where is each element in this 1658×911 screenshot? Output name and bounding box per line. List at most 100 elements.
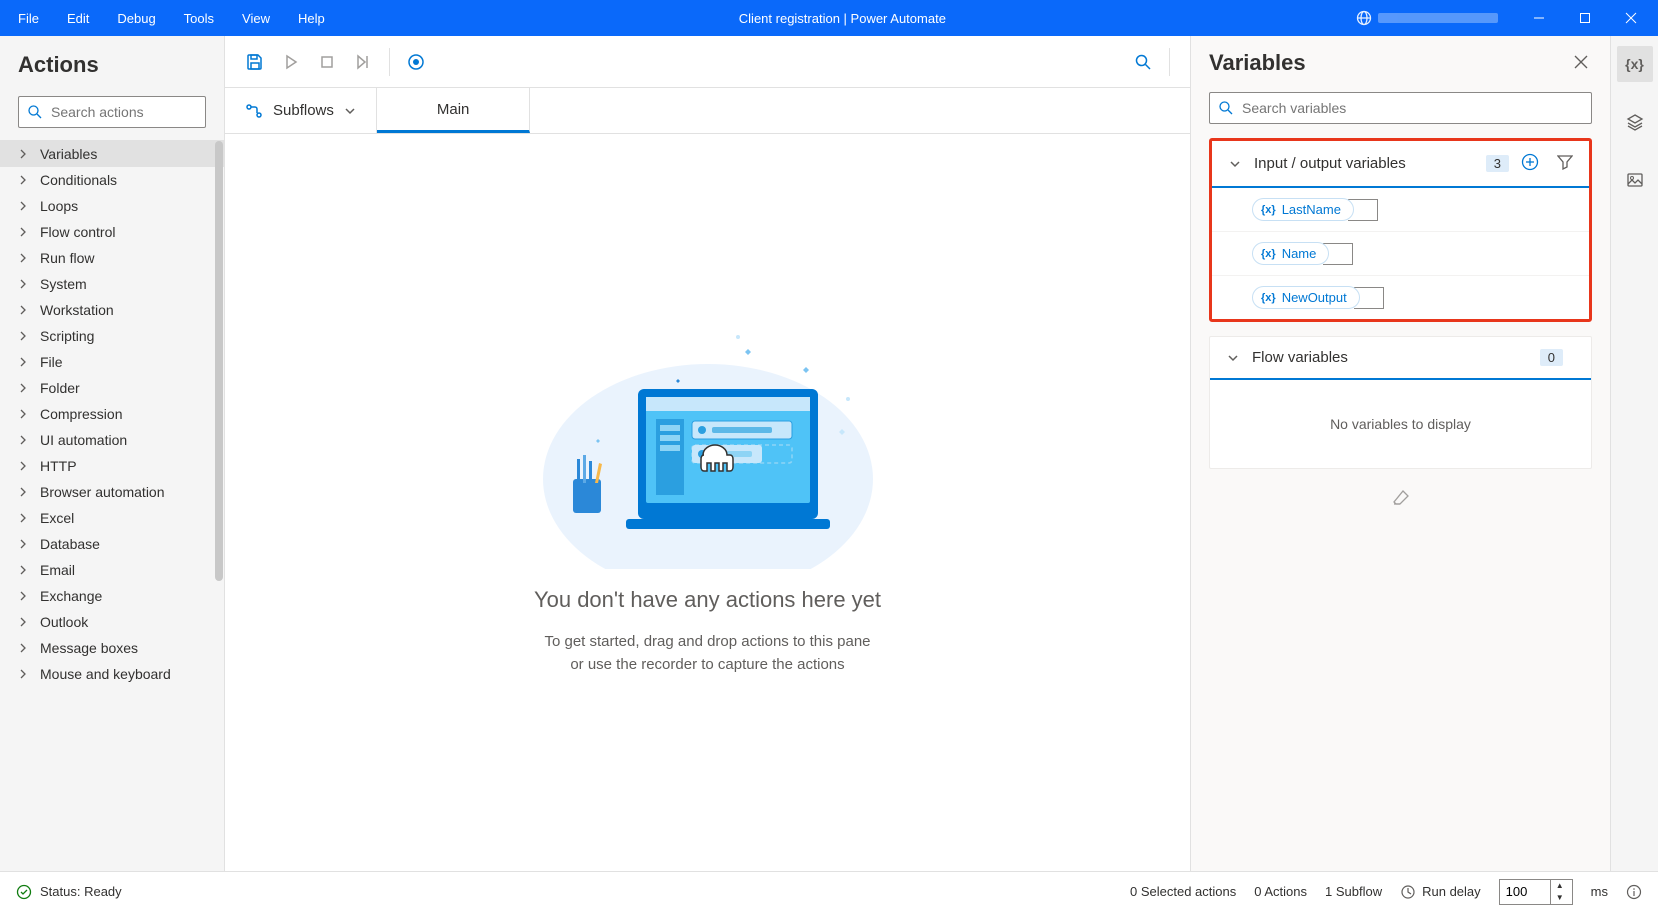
action-category-file[interactable]: File <box>0 349 224 375</box>
flow-canvas[interactable]: You don't have any actions here yet To g… <box>225 134 1190 871</box>
action-category-exchange[interactable]: Exchange <box>0 583 224 609</box>
search-icon <box>27 104 43 120</box>
variables-search[interactable] <box>1209 92 1592 124</box>
status-actions-count: 0 Actions <box>1254 884 1307 899</box>
environment-name-redacted <box>1378 13 1498 23</box>
action-category-excel[interactable]: Excel <box>0 505 224 531</box>
menu-bar: File Edit Debug Tools View Help <box>4 3 339 34</box>
window-title: Client registration | Power Automate <box>339 11 1346 26</box>
run-delay-field[interactable] <box>1500 884 1550 899</box>
stop-button[interactable] <box>309 44 345 80</box>
record-button[interactable] <box>398 44 434 80</box>
variable-chip[interactable]: {x}LastName <box>1252 198 1354 221</box>
delay-decrement[interactable]: ▼ <box>1551 892 1569 904</box>
action-category-ui-automation[interactable]: UI automation <box>0 427 224 453</box>
action-category-outlook[interactable]: Outlook <box>0 609 224 635</box>
search-flow-button[interactable] <box>1125 44 1161 80</box>
rail-variables-button[interactable]: {x} <box>1617 46 1653 82</box>
menu-tools[interactable]: Tools <box>170 3 228 34</box>
menu-file[interactable]: File <box>4 3 53 34</box>
run-delay-label: Run delay <box>1422 884 1481 899</box>
run-delay-input[interactable]: ▲ ▼ <box>1499 879 1573 905</box>
tab-main[interactable]: Main <box>377 88 531 133</box>
run-button[interactable] <box>273 44 309 80</box>
chevron-down-icon <box>1226 351 1240 365</box>
variables-search-input[interactable] <box>1242 100 1591 116</box>
info-icon[interactable] <box>1626 884 1642 900</box>
rail-images-button[interactable] <box>1617 162 1653 198</box>
layers-icon <box>1626 113 1644 131</box>
variable-row-name[interactable]: {x}Name <box>1212 232 1589 276</box>
variable-chip[interactable]: {x}Name <box>1252 242 1329 265</box>
io-variables-label: Input / output variables <box>1254 155 1474 172</box>
menu-debug[interactable]: Debug <box>103 3 169 34</box>
io-variables-section: Input / output variables 3 {x}LastName {x… <box>1209 138 1592 322</box>
ms-label: ms <box>1591 884 1608 899</box>
filter-variables-button[interactable] <box>1557 154 1573 173</box>
flow-variables-count: 0 <box>1540 349 1563 366</box>
action-category-database[interactable]: Database <box>0 531 224 557</box>
environment-badge[interactable] <box>1346 6 1508 30</box>
actions-title: Actions <box>0 36 224 88</box>
menu-view[interactable]: View <box>228 3 284 34</box>
empty-title: You don't have any actions here yet <box>534 587 881 613</box>
actions-panel: Actions VariablesConditionalsLoopsFlow c… <box>0 36 225 871</box>
menu-help[interactable]: Help <box>284 3 339 34</box>
action-category-system[interactable]: System <box>0 271 224 297</box>
add-variable-button[interactable] <box>1521 153 1539 174</box>
action-category-mouse-and-keyboard[interactable]: Mouse and keyboard <box>0 661 224 687</box>
minimize-button[interactable] <box>1516 0 1562 36</box>
empty-illustration <box>538 329 878 569</box>
status-bar: Status: Ready 0 Selected actions 0 Actio… <box>0 871 1658 911</box>
action-category-workstation[interactable]: Workstation <box>0 297 224 323</box>
actions-category-list[interactable]: VariablesConditionalsLoopsFlow controlRu… <box>0 140 224 871</box>
action-category-http[interactable]: HTTP <box>0 453 224 479</box>
actions-search-input[interactable] <box>51 104 232 120</box>
action-category-browser-automation[interactable]: Browser automation <box>0 479 224 505</box>
variables-panel: Variables Input / output variables 3 {x}… <box>1190 36 1610 871</box>
tabs-row: Subflows Main <box>225 88 1190 134</box>
status-subflows-count: 1 Subflow <box>1325 884 1382 899</box>
close-panel-button[interactable] <box>1570 51 1592 76</box>
action-category-variables[interactable]: Variables <box>0 141 224 167</box>
eraser-icon <box>1392 489 1410 507</box>
save-button[interactable] <box>237 44 273 80</box>
menu-edit[interactable]: Edit <box>53 3 103 34</box>
action-category-run-flow[interactable]: Run flow <box>0 245 224 271</box>
variable-chip[interactable]: {x}NewOutput <box>1252 286 1360 309</box>
status-selected: 0 Selected actions <box>1130 884 1236 899</box>
title-bar: File Edit Debug Tools View Help Client r… <box>0 0 1658 36</box>
search-icon <box>1218 100 1234 116</box>
action-category-flow-control[interactable]: Flow control <box>0 219 224 245</box>
variable-row-newoutput[interactable]: {x}NewOutput <box>1212 276 1589 319</box>
flow-variables-section: Flow variables 0 No variables to display <box>1209 336 1592 469</box>
clear-variables-button[interactable] <box>1191 483 1610 516</box>
action-category-folder[interactable]: Folder <box>0 375 224 401</box>
right-rail: {x} <box>1610 36 1658 871</box>
chevron-down-icon <box>1228 157 1242 171</box>
variables-title: Variables <box>1209 50 1306 76</box>
maximize-button[interactable] <box>1562 0 1608 36</box>
action-category-message-boxes[interactable]: Message boxes <box>0 635 224 661</box>
action-category-scripting[interactable]: Scripting <box>0 323 224 349</box>
close-button[interactable] <box>1608 0 1654 36</box>
rail-ui-elements-button[interactable] <box>1617 104 1653 140</box>
flow-variables-label: Flow variables <box>1252 349 1528 366</box>
flow-variables-header[interactable]: Flow variables 0 <box>1210 337 1591 380</box>
clock-icon <box>1400 884 1416 900</box>
action-category-compression[interactable]: Compression <box>0 401 224 427</box>
action-category-loops[interactable]: Loops <box>0 193 224 219</box>
chevron-down-icon <box>344 105 356 117</box>
actions-search[interactable] <box>18 96 206 128</box>
image-icon <box>1626 171 1644 189</box>
flow-variables-empty: No variables to display <box>1210 380 1591 468</box>
status-ready: Status: Ready <box>40 884 122 899</box>
action-category-conditionals[interactable]: Conditionals <box>0 167 224 193</box>
delay-increment[interactable]: ▲ <box>1551 880 1569 892</box>
io-variables-header[interactable]: Input / output variables 3 <box>1212 141 1589 188</box>
subflows-dropdown[interactable]: Subflows <box>225 88 377 133</box>
step-button[interactable] <box>345 44 381 80</box>
variable-row-lastname[interactable]: {x}LastName <box>1212 188 1589 232</box>
action-category-email[interactable]: Email <box>0 557 224 583</box>
scrollbar-thumb[interactable] <box>215 141 223 581</box>
